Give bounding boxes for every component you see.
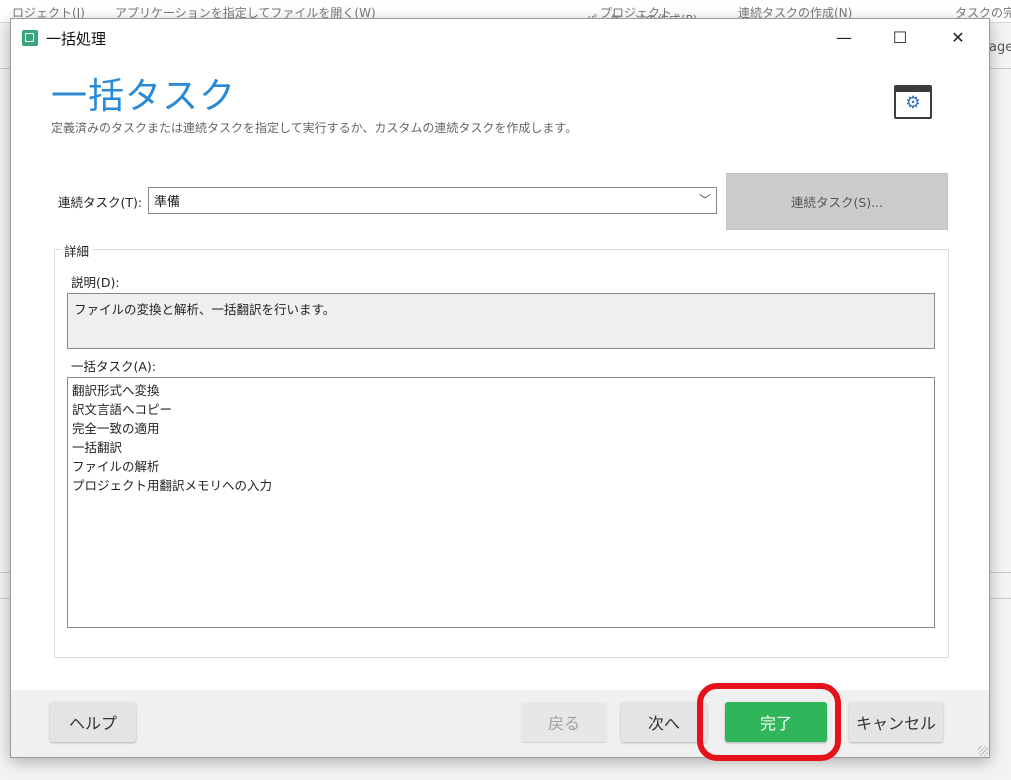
task-sequence-button[interactable]: 連続タスク(S)... bbox=[726, 173, 948, 230]
close-button[interactable]: ✕ bbox=[935, 19, 981, 55]
window-title: 一括処理 bbox=[46, 30, 107, 48]
settings-gear-icon: ⚙ bbox=[894, 85, 932, 119]
list-item[interactable]: 翻訳形式へ変換 bbox=[72, 381, 930, 400]
page-subtitle: 定義済みのタスクまたは連続タスクを指定して実行するか、カスタムの連続タスクを作成… bbox=[51, 121, 578, 135]
title-bar: 一括処理 — ☐ ✕ bbox=[11, 19, 989, 55]
minimize-button[interactable]: — bbox=[821, 19, 867, 55]
description-label: 説明(D): bbox=[71, 275, 120, 290]
list-item[interactable]: 訳文言語へコピー bbox=[72, 400, 930, 419]
sequence-label: 連続タスク(T): bbox=[58, 195, 143, 210]
resize-grip-icon[interactable] bbox=[978, 746, 988, 756]
chevron-down-icon: ﹀ bbox=[698, 193, 711, 207]
app-icon bbox=[22, 30, 38, 46]
list-item[interactable]: ファイルの解析 bbox=[72, 457, 930, 476]
description-text: ファイルの変換と解析、一括翻訳を行います。 bbox=[74, 302, 336, 317]
tasks-label: 一括タスク(A): bbox=[71, 359, 157, 374]
bg-right-text: age bbox=[989, 40, 1011, 55]
description-box: ファイルの変換と解析、一括翻訳を行います。 bbox=[67, 293, 935, 349]
sequence-select[interactable]: 準備 ﹀ bbox=[148, 187, 717, 214]
list-item[interactable]: プロジェクト用翻訳メモリへの入力 bbox=[72, 476, 930, 495]
sequence-selected-value: 準備 bbox=[154, 195, 181, 210]
maximize-button[interactable]: ☐ bbox=[877, 19, 923, 55]
cancel-button[interactable]: キャンセル bbox=[849, 702, 943, 742]
page-title: 一括タスク bbox=[51, 76, 237, 117]
back-button[interactable]: 戻る bbox=[521, 702, 607, 742]
help-button[interactable]: ヘルプ bbox=[50, 702, 136, 742]
tasks-list[interactable]: 翻訳形式へ変換 訳文言語へコピー 完全一致の適用 一括翻訳 ファイルの解析 プロ… bbox=[67, 377, 935, 628]
next-button[interactable]: 次へ bbox=[621, 702, 707, 742]
finish-highlight-annotation bbox=[697, 683, 841, 761]
footer-bar: ヘルプ 戻る 次へ 完了 キャンセル bbox=[11, 690, 989, 757]
list-item[interactable]: 完全一致の適用 bbox=[72, 419, 930, 438]
list-item[interactable]: 一括翻訳 bbox=[72, 438, 930, 457]
batch-dialog: 一括処理 — ☐ ✕ 一括タスク 定義済みのタスクまたは連続タスクを指定して実行… bbox=[10, 18, 990, 758]
details-group-title: 詳細 bbox=[61, 241, 93, 260]
